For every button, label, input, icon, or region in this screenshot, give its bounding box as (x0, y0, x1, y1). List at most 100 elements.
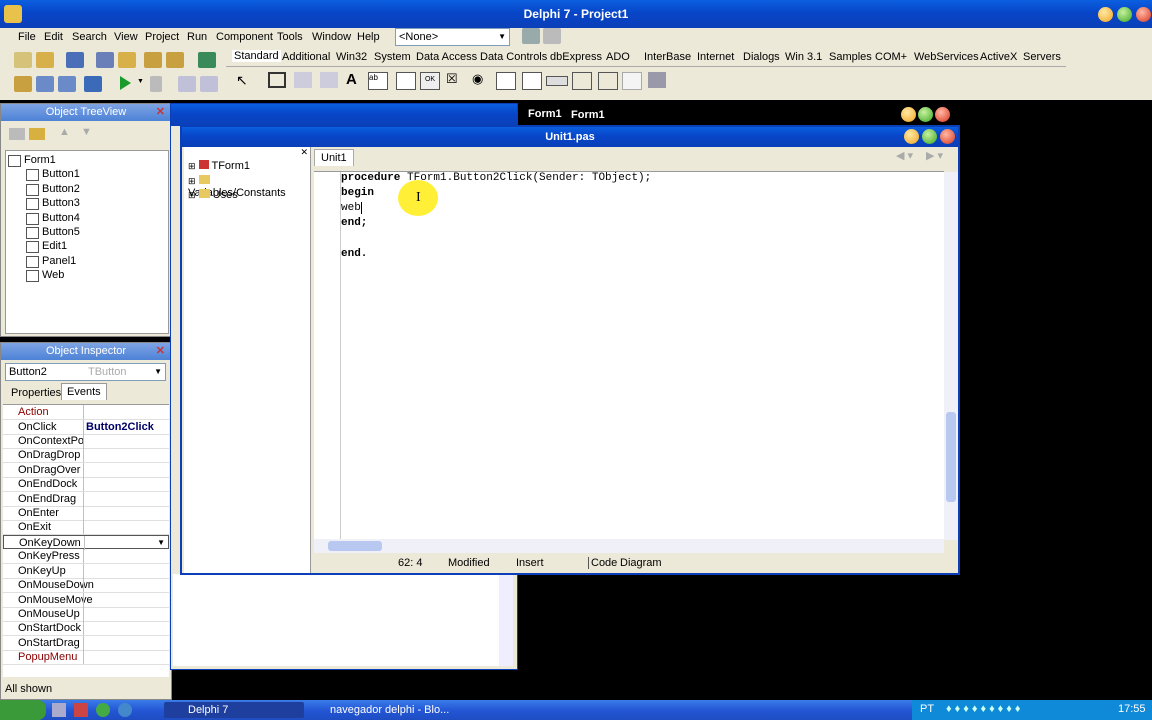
back-icon[interactable]: ◀ ▾ (896, 149, 913, 162)
chevron-down-icon[interactable]: ▼ (498, 29, 506, 45)
event-row-onenter[interactable]: OnEnter (3, 506, 169, 521)
forward-icon[interactable]: ▶ ▾ (926, 149, 943, 162)
palette-tab-dbexpress[interactable]: dbExpress (550, 51, 602, 63)
tree-item-form1[interactable]: Form1 (8, 154, 56, 167)
palette-tab-data-controls[interactable]: Data Controls (480, 51, 547, 63)
language-indicator[interactable]: PT (920, 703, 934, 715)
pointer-tool-icon[interactable]: ↖ (236, 72, 248, 89)
toggle-form-unit-icon[interactable] (58, 76, 76, 92)
tree-item-button1[interactable]: Button1 (26, 168, 80, 181)
tab-properties[interactable]: Properties (11, 387, 61, 399)
popup-menu-icon[interactable] (320, 72, 338, 88)
pause-icon[interactable] (150, 76, 162, 92)
code-area[interactable] (314, 171, 958, 540)
event-row-onmousemove[interactable]: OnMouseMove (3, 593, 169, 608)
menu-help[interactable]: Help (357, 31, 380, 43)
chevron-down-icon[interactable]: ▼ (154, 364, 162, 380)
treeview-delete-icon[interactable] (29, 128, 45, 140)
save-desktop-icon[interactable] (522, 28, 540, 44)
button-icon[interactable]: OK (420, 72, 440, 90)
palette-tab-samples[interactable]: Samples (829, 51, 872, 63)
quicklaunch-icon-1[interactable] (52, 703, 66, 717)
menu-view[interactable]: View (114, 31, 138, 43)
taskbar-item-browser[interactable]: navegador delphi - Blo... (310, 702, 470, 718)
palette-tab-additional[interactable]: Additional (282, 51, 330, 63)
groupbox-icon[interactable] (572, 72, 592, 90)
trace-into-icon[interactable] (178, 76, 196, 92)
delphi-app-icon[interactable] (4, 5, 22, 23)
editor-minimize-button[interactable] (904, 129, 919, 144)
palette-tab-ado[interactable]: ADO (606, 51, 630, 63)
listbox-icon[interactable] (496, 72, 516, 90)
tab-diagram[interactable]: Diagram (620, 557, 662, 569)
open-project-icon[interactable] (118, 52, 136, 68)
code-hscrollbar[interactable] (314, 539, 944, 553)
menu-project[interactable]: Project (145, 31, 179, 43)
add-to-project-icon[interactable] (144, 52, 162, 68)
menu-component[interactable]: Component (216, 31, 273, 43)
event-row-onmouseup[interactable]: OnMouseUp (3, 607, 169, 622)
view-unit-icon[interactable] (14, 76, 32, 92)
event-row-onmousedown[interactable]: OnMouseDown (3, 578, 169, 593)
taskbar-item-delphi[interactable]: Delphi 7 (164, 702, 304, 718)
view-form-icon[interactable] (36, 76, 54, 92)
label-icon[interactable]: A (346, 71, 357, 88)
chevron-down-icon[interactable]: ▼ (157, 536, 165, 550)
help-contents-icon[interactable] (198, 52, 216, 68)
menu-file[interactable]: File (18, 31, 36, 43)
form1-close-button[interactable] (935, 107, 950, 122)
main-menu-icon[interactable] (294, 72, 312, 88)
desktop-combo[interactable]: <None> ▼ (395, 28, 510, 46)
tree-item-button2[interactable]: Button2 (26, 183, 80, 196)
edit-icon[interactable]: ab (368, 72, 388, 90)
palette-tab-win31[interactable]: Win 3.1 (785, 51, 822, 63)
maximize-button[interactable] (1117, 7, 1132, 22)
close-icon[interactable]: ✕ (156, 104, 165, 121)
explorer-item-uses[interactable]: ⊞ Uses (188, 189, 238, 201)
palette-tab-standard[interactable]: Standard (232, 50, 281, 62)
step-over-icon[interactable] (200, 76, 218, 92)
event-row-ondragover[interactable]: OnDragOver (3, 463, 169, 478)
event-row-onenddock[interactable]: OnEndDock (3, 477, 169, 492)
explorer-item-tform1[interactable]: ⊞ TForm1 (188, 160, 250, 172)
expand-icon[interactable]: ⊞ (188, 176, 196, 186)
tree-item-panel1[interactable]: Panel1 (26, 255, 76, 268)
palette-tab-webservices[interactable]: WebServices (914, 51, 979, 63)
set-debug-desktop-icon[interactable] (543, 28, 561, 44)
palette-tab-complus[interactable]: COM+ (875, 51, 907, 63)
tree-item-button5[interactable]: Button5 (26, 226, 80, 239)
save-all-icon[interactable] (96, 52, 114, 68)
palette-tab-internet[interactable]: Internet (697, 51, 734, 63)
form1-maximize-button[interactable] (918, 107, 933, 122)
close-button[interactable] (1136, 7, 1151, 22)
event-row-oncontextpopup[interactable]: OnContextPopup (3, 434, 169, 449)
remove-from-project-icon[interactable] (166, 52, 184, 68)
run-icon[interactable] (120, 76, 131, 90)
palette-tab-activex[interactable]: ActiveX (980, 51, 1017, 63)
tree-item-button3[interactable]: Button3 (26, 197, 80, 210)
form1-minimize-button[interactable] (901, 107, 916, 122)
checkbox-icon[interactable]: ☒ (446, 71, 458, 87)
actionlist-icon[interactable] (648, 72, 666, 88)
scroll-thumb[interactable] (946, 412, 956, 502)
event-row-onkeypress[interactable]: OnKeyPress (3, 549, 169, 564)
object-selector[interactable]: Button2 TButton ▼ (5, 363, 166, 381)
event-row-onexit[interactable]: OnExit (3, 520, 169, 535)
hscroll-thumb[interactable] (328, 541, 382, 551)
palette-tab-dialogs[interactable]: Dialogs (743, 51, 780, 63)
palette-tab-system[interactable]: System (374, 51, 411, 63)
treeview-new-folder-icon[interactable] (9, 128, 25, 140)
palette-tab-interbase[interactable]: InterBase (644, 51, 691, 63)
ie-icon[interactable] (118, 703, 132, 717)
open-icon[interactable] (36, 52, 54, 68)
tab-events[interactable]: Events (61, 383, 107, 400)
memo-icon[interactable] (396, 72, 416, 90)
minimize-button[interactable] (1098, 7, 1113, 22)
combobox-icon[interactable] (522, 72, 542, 90)
event-row-popupmenu[interactable]: PopupMenu (3, 650, 169, 665)
run-dropdown-icon[interactable]: ▼ (137, 78, 144, 85)
palette-tab-win32[interactable]: Win32 (336, 51, 367, 63)
editor-close-button[interactable] (940, 129, 955, 144)
event-row-onclick[interactable]: OnClick Button2Click (3, 420, 169, 435)
form1-scrollbar[interactable] (499, 574, 513, 666)
